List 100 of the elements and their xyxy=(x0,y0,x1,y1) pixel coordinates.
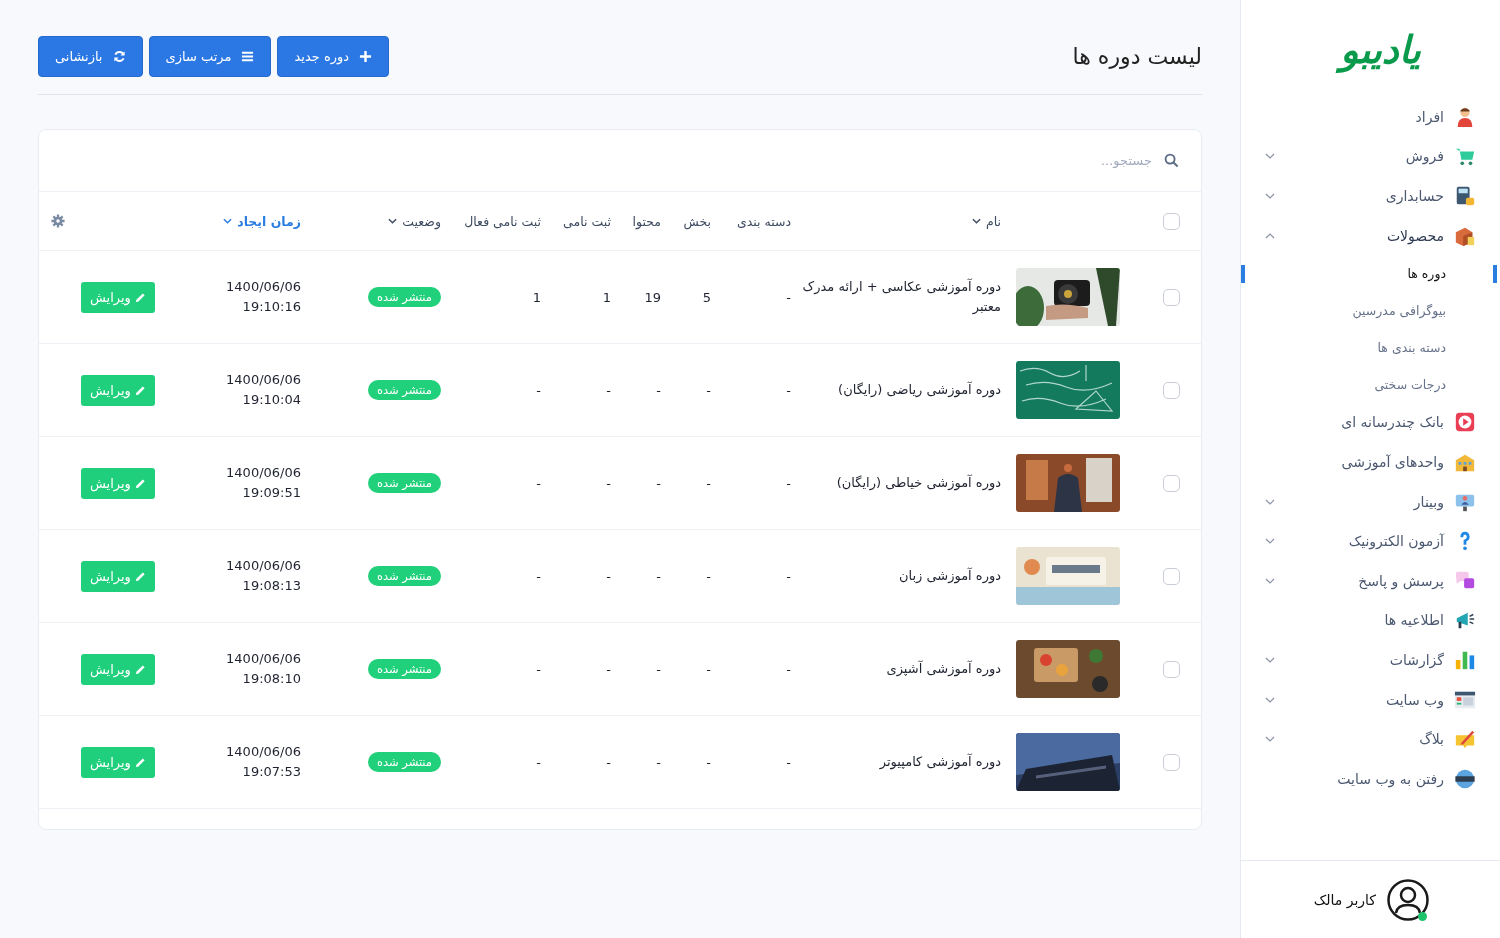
toolbar-button[interactable]: دوره جدید xyxy=(277,35,390,77)
chevron-icon xyxy=(1265,193,1275,199)
date-text: 1400/06/06 xyxy=(226,370,301,389)
chevron-icon xyxy=(1265,696,1275,703)
sidebar-item[interactable]: محصولات xyxy=(1241,215,1500,256)
column-header: ثبت نامی xyxy=(563,213,611,229)
pencil-icon xyxy=(134,663,146,675)
table-cell: 1 xyxy=(532,289,541,305)
submenu-item[interactable]: درجات سختی xyxy=(1241,365,1500,403)
table-cell: - xyxy=(786,568,791,584)
sort-icon xyxy=(223,218,233,224)
menu-label: گزارشات xyxy=(1389,651,1444,668)
row-checkbox[interactable] xyxy=(1162,288,1180,306)
sidebar-item[interactable]: آزمون الکترونیک xyxy=(1241,521,1500,561)
table-cell: - xyxy=(536,661,541,677)
status-badge: منتشر شده xyxy=(367,659,441,679)
table-cell: - xyxy=(656,382,661,398)
page-title: لیست دوره ها xyxy=(1072,43,1202,69)
menu-label: افراد xyxy=(1415,108,1444,125)
calculator-icon xyxy=(1454,185,1476,207)
menu-label: پرسش و پاسخ xyxy=(1358,572,1444,589)
table-cell: - xyxy=(606,661,611,677)
row-checkbox[interactable] xyxy=(1162,660,1180,678)
list-icon xyxy=(241,49,255,63)
table-cell: - xyxy=(706,661,711,677)
table-cell: - xyxy=(536,754,541,770)
course-name: دوره آموزشی زبان xyxy=(898,566,1001,586)
row-checkbox[interactable] xyxy=(1162,753,1180,771)
course-name: دوره آموزشی ریاضی (رایگان) xyxy=(838,380,1001,400)
menu-label: واحدهای آموزشی xyxy=(1341,453,1444,470)
table-cell: - xyxy=(656,568,661,584)
search-field[interactable]: جستجو... xyxy=(950,152,1154,169)
pencil-icon xyxy=(134,384,146,396)
column-header[interactable]: وضعیت xyxy=(388,213,441,229)
time-text: 19:10:16 xyxy=(242,298,301,316)
time-text: 19:07:53 xyxy=(242,763,301,781)
logo[interactable]: یادیبو xyxy=(1334,18,1427,87)
pencil-icon xyxy=(134,756,146,768)
sidebar-item[interactable]: رفتن به وب سایت xyxy=(1241,758,1500,799)
sidebar-item[interactable]: افراد xyxy=(1241,97,1500,137)
status-badge: منتشر شده xyxy=(367,473,441,493)
toolbar-button[interactable]: بازنشانی xyxy=(38,35,143,77)
refresh-icon xyxy=(112,49,126,63)
row-checkbox[interactable] xyxy=(1162,567,1180,585)
menu-label: وب سایت xyxy=(1385,691,1444,708)
chevron-icon xyxy=(1265,736,1275,743)
sidebar-item[interactable]: گزارشات xyxy=(1241,640,1500,680)
menu-label: حسابداری xyxy=(1385,188,1444,204)
row-checkbox[interactable] xyxy=(1162,474,1180,492)
table-cell: - xyxy=(786,289,791,305)
chevron-icon xyxy=(1265,232,1275,239)
chevron-icon xyxy=(1265,577,1275,584)
date-text: 1400/06/06 xyxy=(226,463,301,482)
date-text: 1400/06/06 xyxy=(226,649,301,668)
column-header[interactable]: زمان ایجاد xyxy=(223,213,301,229)
row-checkbox[interactable] xyxy=(1162,381,1180,399)
avatar-icon[interactable] xyxy=(1386,877,1430,922)
settings-icon[interactable] xyxy=(51,214,65,228)
search-icon xyxy=(1164,153,1179,168)
menu-label: فروش xyxy=(1405,148,1444,165)
column-header: ثبت نامی فعال xyxy=(464,213,541,229)
table-cell: - xyxy=(656,754,661,770)
toolbar-button[interactable]: مرتب سازی xyxy=(148,35,272,77)
table-cell: - xyxy=(786,382,791,398)
sort-icon xyxy=(388,218,398,224)
sidebar-item[interactable]: وبینار xyxy=(1241,481,1500,522)
course-name: دوره آموزشی کامپیوتر xyxy=(879,752,1001,772)
date-text: 1400/06/06 xyxy=(226,556,301,575)
menu-label: وبینار xyxy=(1413,493,1444,510)
sidebar-item[interactable]: واحدهای آموزشی xyxy=(1241,442,1500,482)
chevron-icon xyxy=(1265,656,1275,663)
status-badge: منتشر شده xyxy=(367,752,441,772)
table-cell: - xyxy=(536,475,541,491)
submenu-item[interactable]: دوره ها xyxy=(1241,255,1500,293)
table-cell: - xyxy=(656,475,661,491)
submenu-item[interactable]: بیوگرافی مدرسین xyxy=(1241,292,1500,329)
column-header: دسته بندی xyxy=(736,213,791,229)
sidebar-item[interactable]: بلاگ xyxy=(1241,719,1500,759)
chevron-icon xyxy=(1265,538,1275,545)
column-header: محتوا xyxy=(632,213,661,229)
column-header[interactable]: نام xyxy=(971,213,1001,229)
date-text: 1400/06/06 xyxy=(226,742,301,761)
submenu-item[interactable]: دسته بندی ها xyxy=(1241,328,1500,366)
menu-label: محصولات xyxy=(1386,227,1444,244)
course-name: دوره آموزشی آشپزی xyxy=(886,659,1001,679)
sidebar-item[interactable]: حسابداری xyxy=(1241,176,1500,216)
checkbox[interactable] xyxy=(1162,212,1180,230)
pencil-icon xyxy=(134,477,146,489)
menu-label: رفتن به وب سایت xyxy=(1337,770,1444,787)
sidebar-item[interactable]: وب سایت xyxy=(1241,679,1500,720)
table-cell: - xyxy=(706,475,711,491)
sidebar-item[interactable]: فروش xyxy=(1241,136,1500,177)
date-text: 1400/06/06 xyxy=(226,277,301,296)
sidebar-item[interactable]: بانک چندرسانه ای xyxy=(1241,402,1500,443)
time-text: 19:08:10 xyxy=(242,670,301,688)
table-cell: - xyxy=(786,475,791,491)
table-cell: 5 xyxy=(702,289,711,305)
sidebar-item[interactable]: پرسش و پاسخ xyxy=(1241,560,1500,601)
plus-icon xyxy=(359,49,373,63)
sidebar-item[interactable]: اطلاعیه ها xyxy=(1241,600,1500,641)
